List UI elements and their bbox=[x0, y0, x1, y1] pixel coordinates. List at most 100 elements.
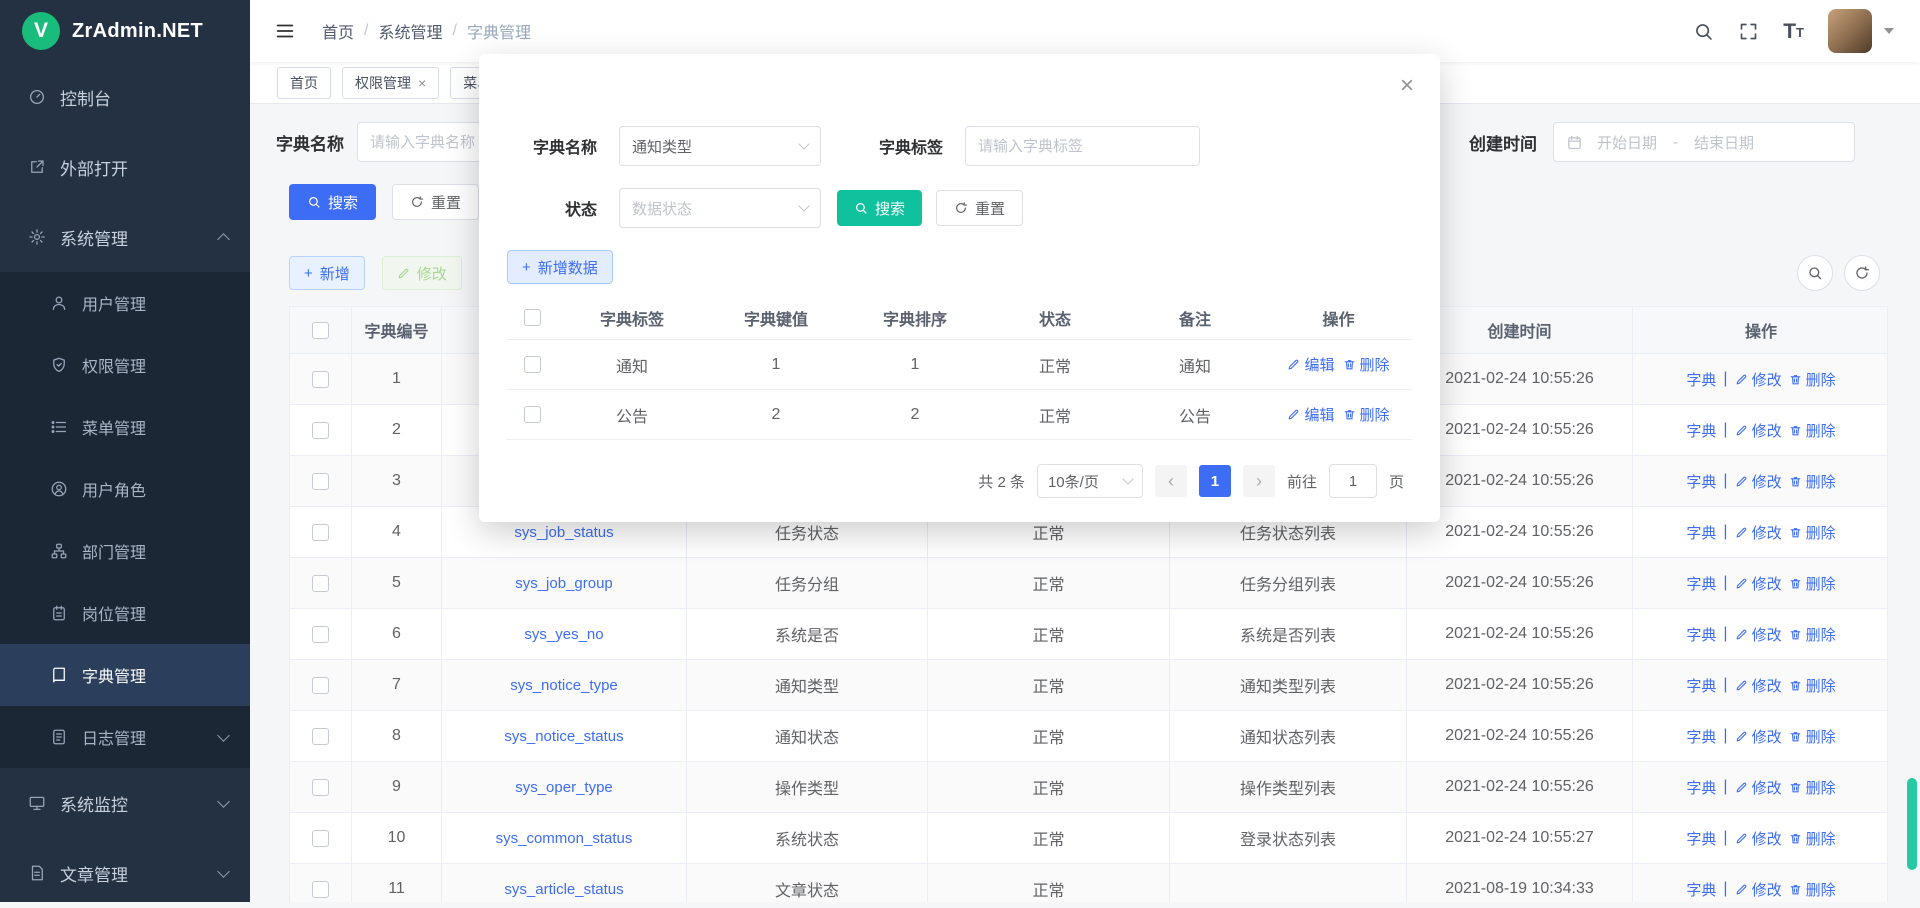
row-checkbox[interactable] bbox=[524, 356, 541, 373]
row-checkbox[interactable] bbox=[312, 575, 329, 592]
row-delete-link[interactable]: 删除 bbox=[1343, 354, 1390, 375]
row-checkbox[interactable] bbox=[312, 881, 329, 898]
dict-label-input[interactable] bbox=[965, 126, 1200, 166]
row-checkbox[interactable] bbox=[312, 626, 329, 643]
dict-data-link[interactable]: 字典 bbox=[1686, 420, 1716, 441]
row-checkbox[interactable] bbox=[312, 728, 329, 745]
table-search-toggle-icon[interactable] bbox=[1797, 255, 1833, 291]
row-delete-link[interactable]: 删除 bbox=[1789, 828, 1836, 849]
row-delete-link[interactable]: 删除 bbox=[1789, 624, 1836, 645]
cell-dict-name-link[interactable]: sys_notice_status bbox=[504, 728, 623, 745]
status-select[interactable]: 数据状态 bbox=[619, 188, 821, 228]
add-data-button[interactable]: + 新增数据 bbox=[507, 250, 613, 284]
dict-data-link[interactable]: 字典 bbox=[1686, 573, 1716, 594]
row-delete-link[interactable]: 删除 bbox=[1789, 471, 1836, 492]
row-delete-link[interactable]: 删除 bbox=[1789, 777, 1836, 798]
dict-data-link[interactable]: 字典 bbox=[1686, 777, 1716, 798]
select-all-checkbox[interactable] bbox=[524, 309, 541, 326]
dict-data-link[interactable]: 字典 bbox=[1686, 471, 1716, 492]
row-edit-link[interactable]: 修改 bbox=[1735, 471, 1782, 492]
avatar[interactable] bbox=[1828, 9, 1872, 53]
close-icon[interactable]: × bbox=[1400, 74, 1414, 98]
chevron-down-icon[interactable] bbox=[1884, 28, 1894, 34]
edit-button[interactable]: 修改 bbox=[382, 256, 462, 290]
row-checkbox[interactable] bbox=[312, 677, 329, 694]
dict-data-link[interactable]: 字典 bbox=[1686, 624, 1716, 645]
row-delete-link[interactable]: 删除 bbox=[1789, 522, 1836, 543]
next-page-button[interactable]: › bbox=[1243, 465, 1275, 497]
cell-dict-name-link[interactable]: sys_common_status bbox=[496, 830, 633, 847]
sidebar-item-articles[interactable]: 文章管理 bbox=[0, 838, 250, 908]
sidebar-item-system-mgmt[interactable]: 系统管理 bbox=[0, 202, 250, 272]
row-edit-link[interactable]: 修改 bbox=[1735, 879, 1782, 900]
row-delete-link[interactable]: 删除 bbox=[1789, 879, 1836, 900]
cell-dict-name-link[interactable]: sys_notice_type bbox=[510, 677, 618, 694]
cell-dict-name-link[interactable]: sys_article_status bbox=[504, 881, 623, 898]
row-delete-link[interactable]: 删除 bbox=[1789, 573, 1836, 594]
close-icon[interactable]: × bbox=[418, 76, 426, 90]
table-refresh-icon[interactable] bbox=[1844, 255, 1880, 291]
sidebar-item-permissions[interactable]: 权限管理 bbox=[0, 334, 250, 396]
row-delete-link[interactable]: 删除 bbox=[1789, 369, 1836, 390]
tag-permission[interactable]: 权限管理 × bbox=[342, 67, 439, 99]
row-checkbox[interactable] bbox=[312, 422, 329, 439]
search-icon[interactable] bbox=[1693, 21, 1714, 42]
prev-page-button[interactable]: ‹ bbox=[1155, 465, 1187, 497]
modal-reset-button[interactable]: 重置 bbox=[936, 190, 1023, 226]
row-edit-link[interactable]: 修改 bbox=[1735, 726, 1782, 747]
row-edit-link[interactable]: 修改 bbox=[1735, 828, 1782, 849]
sidebar-item-user-roles[interactable]: 用户角色 bbox=[0, 458, 250, 520]
page-size-select[interactable]: 10条/页 bbox=[1037, 464, 1143, 498]
row-checkbox[interactable] bbox=[312, 524, 329, 541]
row-checkbox[interactable] bbox=[312, 830, 329, 847]
row-edit-link[interactable]: 编辑 bbox=[1287, 354, 1334, 375]
row-delete-link[interactable]: 删除 bbox=[1789, 675, 1836, 696]
cell-dict-name-link[interactable]: sys_job_status bbox=[514, 524, 613, 541]
row-checkbox[interactable] bbox=[312, 779, 329, 796]
dict-data-link[interactable]: 字典 bbox=[1686, 726, 1716, 747]
sidebar-item-posts[interactable]: 岗位管理 bbox=[0, 582, 250, 644]
sidebar-item-departments[interactable]: 部门管理 bbox=[0, 520, 250, 582]
cell-dict-name-link[interactable]: sys_job_group bbox=[515, 575, 613, 592]
row-edit-link[interactable]: 修改 bbox=[1735, 522, 1782, 543]
date-range-picker[interactable]: 开始日期 - 结束日期 bbox=[1553, 122, 1855, 162]
breadcrumb-system[interactable]: 系统管理 bbox=[378, 19, 442, 43]
select-all-checkbox[interactable] bbox=[312, 322, 329, 339]
current-page-button[interactable]: 1 bbox=[1199, 465, 1231, 497]
sidebar-item-menus[interactable]: 菜单管理 bbox=[0, 396, 250, 458]
row-delete-link[interactable]: 删除 bbox=[1343, 404, 1390, 425]
cell-dict-name-link[interactable]: sys_oper_type bbox=[515, 779, 613, 796]
dict-data-link[interactable]: 字典 bbox=[1686, 522, 1716, 543]
search-button[interactable]: 搜索 bbox=[289, 184, 376, 220]
row-edit-link[interactable]: 修改 bbox=[1735, 675, 1782, 696]
fullscreen-icon[interactable] bbox=[1738, 21, 1759, 42]
row-edit-link[interactable]: 修改 bbox=[1735, 369, 1782, 390]
dict-data-link[interactable]: 字典 bbox=[1686, 675, 1716, 696]
dict-name-select[interactable]: 通知类型 bbox=[619, 126, 821, 166]
sidebar-item-monitoring[interactable]: 系统监控 bbox=[0, 768, 250, 838]
dict-data-link[interactable]: 字典 bbox=[1686, 369, 1716, 390]
row-edit-link[interactable]: 修改 bbox=[1735, 777, 1782, 798]
sidebar-item-external[interactable]: 外部打开 bbox=[0, 132, 250, 202]
dict-data-link[interactable]: 字典 bbox=[1686, 828, 1716, 849]
sidebar-item-console[interactable]: 控制台 bbox=[0, 62, 250, 132]
modal-search-button[interactable]: 搜索 bbox=[837, 190, 922, 226]
row-delete-link[interactable]: 删除 bbox=[1789, 726, 1836, 747]
add-button[interactable]: + 新增 bbox=[289, 256, 365, 290]
row-checkbox[interactable] bbox=[312, 473, 329, 490]
row-edit-link[interactable]: 修改 bbox=[1735, 624, 1782, 645]
row-checkbox[interactable] bbox=[524, 406, 541, 423]
breadcrumb-home[interactable]: 首页 bbox=[322, 19, 354, 43]
row-edit-link[interactable]: 编辑 bbox=[1287, 404, 1334, 425]
row-checkbox[interactable] bbox=[312, 371, 329, 388]
tag-home[interactable]: 首页 bbox=[277, 67, 331, 99]
page-scrollbar[interactable] bbox=[1907, 778, 1917, 870]
hamburger-icon[interactable] bbox=[274, 20, 296, 42]
cell-dict-name-link[interactable]: sys_yes_no bbox=[524, 626, 603, 643]
row-delete-link[interactable]: 删除 bbox=[1789, 420, 1836, 441]
sidebar-item-users[interactable]: 用户管理 bbox=[0, 272, 250, 334]
sidebar-item-logs[interactable]: 日志管理 bbox=[0, 706, 250, 768]
dict-data-link[interactable]: 字典 bbox=[1686, 879, 1716, 900]
sidebar-item-dictionary[interactable]: 字典管理 bbox=[0, 644, 250, 706]
row-edit-link[interactable]: 修改 bbox=[1735, 573, 1782, 594]
